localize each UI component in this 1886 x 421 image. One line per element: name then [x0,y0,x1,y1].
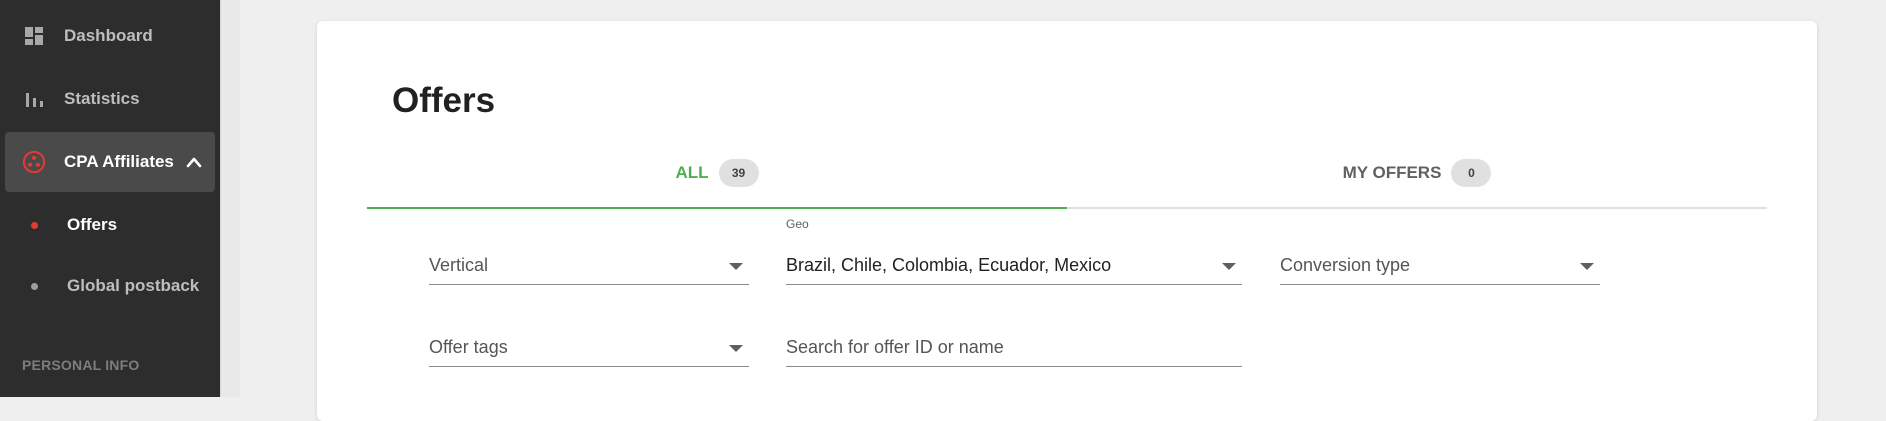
dropdown-arrow-icon [729,263,743,270]
section-label-personal-info: PERSONAL INFO [22,357,140,373]
offers-tabs: ALL 39 MY OFFERS 0 [367,139,1767,209]
tab-label: MY OFFERS [1342,163,1442,182]
active-dot-icon [31,221,38,229]
conversion-type-placeholder: Conversion type [1280,255,1411,275]
tab-my-offers[interactable]: MY OFFERS 0 [1067,139,1767,207]
sidebar-item-cpa-affiliates[interactable]: CPA Affiliates [5,132,215,192]
offer-tags-placeholder: Offer tags [429,337,508,357]
dashboard-icon [22,24,46,48]
sidebar-item-statistics[interactable]: Statistics [0,69,220,129]
sidebar-item-label: Statistics [64,89,140,108]
dropdown-arrow-icon [729,345,743,352]
sidebar-item-dashboard[interactable]: Dashboard [0,6,220,66]
page-title: Offers [392,81,496,120]
search-placeholder: Search for offer ID or name [786,337,1004,357]
vertical-placeholder: Vertical [429,255,489,275]
dot-icon [31,282,38,290]
conversion-type-select[interactable]: Conversion type [1280,245,1600,285]
sidebar-item-label: Dashboard [64,26,153,45]
sidebar-subitem-label: Offers [67,215,118,234]
affiliates-icon [22,150,46,174]
sidebar: Dashboard Statistics CPA Affiliates Offe… [0,0,220,397]
active-tab-indicator [367,207,1067,209]
sidebar-subitem-label: Global postback [67,276,200,295]
dropdown-arrow-icon [1580,263,1594,270]
geo-label: Geo [786,217,809,231]
sidebar-subitem-global-postback[interactable]: Global postback [0,266,220,306]
geo-select[interactable]: Geo Brazil, Chile, Colombia, Ecuador, Me… [786,217,1242,285]
tab-label: ALL [675,163,709,182]
bar-chart-icon [22,87,46,111]
sidebar-subitem-offers[interactable]: Offers [0,205,220,245]
offer-search-input[interactable]: Search for offer ID or name [786,327,1242,367]
sidebar-item-label: CPA Affiliates [64,152,174,171]
tab-all[interactable]: ALL 39 [367,139,1067,207]
count-badge: 0 [1451,159,1492,187]
count-badge: 39 [718,159,759,187]
geo-value: Brazil, Chile, Colombia, Ecuador, Mexico [786,255,1112,275]
chevron-up-icon[interactable] [184,152,204,172]
offers-card: Offers ALL 39 MY OFFERS 0 Vertical Geo B… [317,21,1817,421]
vertical-select[interactable]: Vertical [429,245,749,285]
sidebar-divider [220,0,240,397]
dropdown-arrow-icon [1222,263,1236,270]
offer-tags-select[interactable]: Offer tags [429,327,749,367]
